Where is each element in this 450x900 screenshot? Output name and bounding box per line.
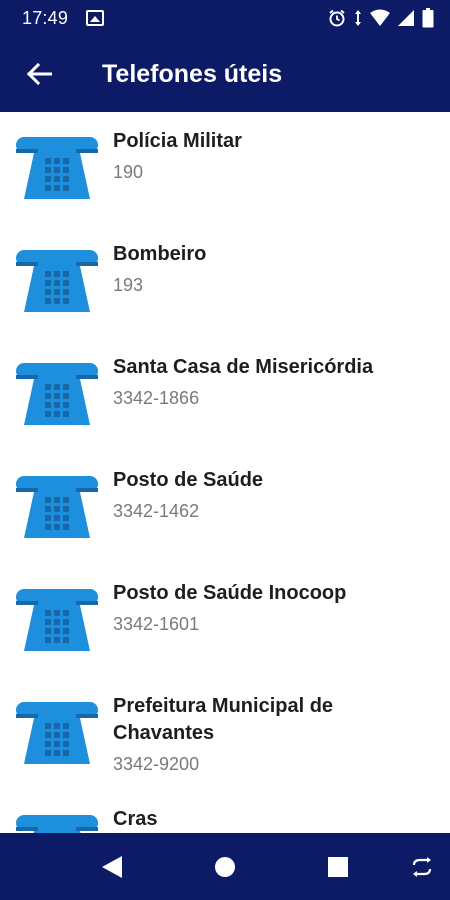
contact-number: 3342-9200 [113,754,200,774]
rotate-button[interactable] [392,833,450,900]
contacts-list[interactable]: Polícia Militar 190 Bombeiro 193 Santa C… [0,112,450,833]
recents-square-icon [328,856,348,877]
contact-name: Posto de Saúde Inocoop [113,582,347,604]
contact-name: Cras [113,808,158,830]
telephone-icon [16,363,98,425]
list-item[interactable]: Prefeitura Municipal de Chavantes 3342-9… [0,677,450,790]
telephone-icon [16,137,98,199]
rotate-icon [412,856,432,877]
contact-name: Posto de Saúde [113,469,264,491]
signal-icon [398,10,414,26]
contact-number: 190 [113,162,144,182]
nav-recents-button[interactable] [308,833,368,900]
contact-number: 3342-1866 [113,388,200,408]
alarm-icon [329,9,345,27]
back-button[interactable] [4,36,74,112]
back-arrow-icon [26,63,52,85]
wifi-icon [370,9,390,26]
telephone-icon [16,815,98,833]
contact-number: 3342-1601 [113,614,200,634]
contact-number: 193 [113,275,144,295]
status-icons [328,8,434,28]
status-time: 17:49 [22,7,69,28]
nav-back-button[interactable] [82,833,142,900]
status-bar: 17:49 [0,0,450,36]
telephone-icon [16,250,98,312]
list-item[interactable]: Posto de Saúde 3342-1462 [0,451,450,564]
contact-name: Polícia Militar [113,130,242,152]
contact-name: Bombeiro [113,243,207,265]
system-nav-bar [0,833,450,900]
contact-number: 3342-1462 [113,501,200,521]
list-item[interactable]: Cras [0,790,450,833]
home-circle-icon [215,856,235,877]
contact-name: Prefeitura Municipal de Chavantes [113,695,334,744]
app-bar: Telefones úteis [0,36,450,112]
contact-name: Santa Casa de Misericórdia [113,356,374,378]
battery-icon [422,8,434,28]
list-item[interactable]: Bombeiro 193 [0,225,450,338]
list-item[interactable]: Posto de Saúde Inocoop 3342-1601 [0,564,450,677]
page-title: Telefones úteis [102,59,283,88]
back-triangle-icon [102,855,122,878]
image-icon [86,10,105,26]
data-arrows-icon [355,10,361,26]
telephone-icon [16,476,98,538]
list-item[interactable]: Polícia Militar 190 [0,112,450,225]
nav-home-button[interactable] [195,833,255,900]
telephone-icon [16,589,98,651]
list-item[interactable]: Santa Casa de Misericórdia 3342-1866 [0,338,450,451]
telephone-icon [16,702,98,764]
